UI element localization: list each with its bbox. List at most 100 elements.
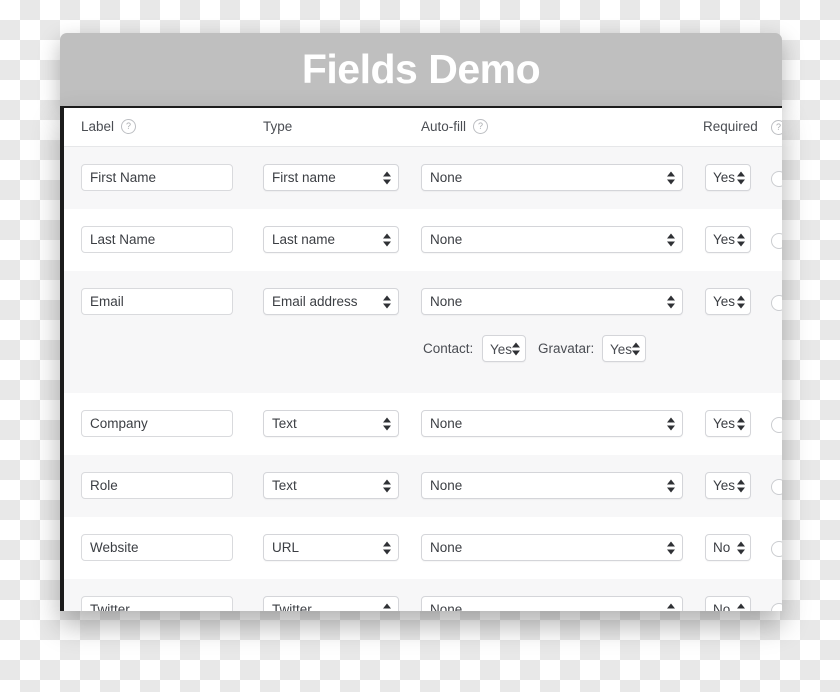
table-row: URL None No xyxy=(64,517,782,579)
field-autofill-select-value: None xyxy=(430,478,463,493)
table-body: First name None Yes Last name None Yes Email a… xyxy=(64,147,782,611)
field-type-select[interactable]: Last name xyxy=(263,226,399,253)
table-row: First name None Yes xyxy=(64,147,782,209)
field-autofill-select[interactable]: None xyxy=(421,226,683,253)
field-autofill-select[interactable]: None xyxy=(421,164,683,191)
field-type-select-value: Text xyxy=(272,478,297,493)
stepper-arrows-icon xyxy=(737,170,745,185)
stepper-arrows-icon xyxy=(667,540,675,555)
field-required-select-value: Yes xyxy=(713,478,736,493)
table-row: Text None Yes xyxy=(64,455,782,517)
field-required-select[interactable]: No xyxy=(705,534,751,561)
contact-option-value: Yes xyxy=(490,342,513,357)
field-type-select-value: Text xyxy=(272,416,297,431)
stepper-arrows-icon xyxy=(667,416,675,431)
column-header-type: Type xyxy=(263,119,293,134)
field-autofill-select-value: None xyxy=(430,602,463,611)
field-required-select-value: Yes xyxy=(713,170,736,185)
help-circle-icon[interactable]: ? xyxy=(473,119,489,134)
field-autofill-select[interactable]: None xyxy=(421,410,683,437)
field-type-select[interactable]: First name xyxy=(263,164,399,191)
stepper-arrows-icon xyxy=(667,294,675,309)
field-required-select-value: No xyxy=(713,602,731,611)
row-action-icon[interactable] xyxy=(771,295,782,311)
row-action-icon[interactable] xyxy=(771,417,782,433)
fields-table: Label? Type Auto-fill? Required ? First … xyxy=(64,108,782,611)
stepper-arrows-icon xyxy=(383,170,391,185)
gravatar-option-select[interactable]: Yes xyxy=(602,335,646,362)
stepper-arrows-icon xyxy=(383,540,391,555)
row-action-icon[interactable] xyxy=(771,479,782,495)
field-label-input[interactable] xyxy=(81,534,233,561)
row-action-icon[interactable] xyxy=(771,233,782,249)
field-label-input[interactable] xyxy=(81,226,233,253)
field-type-select[interactable]: Twitter xyxy=(263,596,399,611)
field-required-select[interactable]: Yes xyxy=(705,472,751,499)
column-header-required: Required xyxy=(703,119,758,134)
field-autofill-select-value: None xyxy=(430,540,463,555)
field-label-input[interactable] xyxy=(81,596,233,611)
field-autofill-select-value: None xyxy=(430,294,463,309)
table-row-main: First name None Yes xyxy=(64,147,782,209)
fields-table-card: Label? Type Auto-fill? Required ? First … xyxy=(60,106,782,611)
row-action-icon[interactable] xyxy=(771,603,782,611)
window-titlebar: Fields Demo xyxy=(60,33,782,106)
gravatar-option-label: Gravatar: xyxy=(538,341,595,356)
field-type-select-value: Twitter xyxy=(272,602,312,611)
contact-option-select[interactable]: Yes xyxy=(482,335,526,362)
field-required-select[interactable]: Yes xyxy=(705,410,751,437)
column-header-label-text: Label xyxy=(81,119,115,134)
field-autofill-select[interactable]: None xyxy=(421,534,683,561)
field-autofill-select-value: None xyxy=(430,416,463,431)
field-required-select-value: Yes xyxy=(713,416,736,431)
field-autofill-select[interactable]: None xyxy=(421,596,683,611)
field-type-select-value: First name xyxy=(272,170,336,185)
table-row-main: URL None No xyxy=(64,517,782,579)
field-label-input[interactable] xyxy=(81,472,233,499)
column-header-autofill-text: Auto-fill xyxy=(421,119,467,134)
stepper-arrows-icon xyxy=(512,341,520,356)
field-type-select[interactable]: Text xyxy=(263,472,399,499)
page-title: Fields Demo xyxy=(301,46,541,92)
row-action-icon[interactable] xyxy=(771,541,782,557)
field-autofill-select[interactable]: None xyxy=(421,472,683,499)
table-row: Twitter None No xyxy=(64,579,782,611)
field-label-input[interactable] xyxy=(81,410,233,437)
field-autofill-select[interactable]: None xyxy=(421,288,683,315)
stepper-arrows-icon xyxy=(667,602,675,611)
field-required-select[interactable]: Yes xyxy=(705,288,751,315)
field-label-input[interactable] xyxy=(81,288,233,315)
field-type-select-value: Last name xyxy=(272,232,336,247)
stepper-arrows-icon xyxy=(737,416,745,431)
field-required-select[interactable]: No xyxy=(705,596,751,611)
table-header-row: Label? Type Auto-fill? Required ? xyxy=(64,108,782,147)
table-row: Email address None Yes Contact: Yes Gravatar:… xyxy=(64,271,782,393)
field-type-select[interactable]: Email address xyxy=(263,288,399,315)
stepper-arrows-icon xyxy=(737,602,745,611)
stepper-arrows-icon xyxy=(383,478,391,493)
stepper-arrows-icon xyxy=(667,232,675,247)
help-circle-icon[interactable]: ? xyxy=(121,119,137,134)
table-row-extra-options: Contact: Yes Gravatar: Yes xyxy=(64,333,782,393)
field-required-select[interactable]: Yes xyxy=(705,164,751,191)
field-required-select-value: No xyxy=(713,540,731,555)
stepper-arrows-icon xyxy=(383,232,391,247)
stepper-arrows-icon xyxy=(667,478,675,493)
field-required-select-value: Yes xyxy=(713,294,736,309)
stepper-arrows-icon xyxy=(632,341,640,356)
field-type-select[interactable]: URL xyxy=(263,534,399,561)
email-suboptions: Contact: Yes Gravatar: Yes xyxy=(64,335,782,362)
table-row: Text None Yes xyxy=(64,393,782,455)
table-row-main: Text None Yes xyxy=(64,455,782,517)
column-header-label: Label? xyxy=(81,108,137,146)
field-required-select[interactable]: Yes xyxy=(705,226,751,253)
field-label-input[interactable] xyxy=(81,164,233,191)
table-row-main: Twitter None No xyxy=(64,579,782,611)
help-circle-icon[interactable]: ? xyxy=(771,120,782,135)
table-row-main: Text None Yes xyxy=(64,393,782,455)
field-type-select-value: Email address xyxy=(272,294,358,309)
row-action-icon[interactable] xyxy=(771,171,782,187)
stepper-arrows-icon xyxy=(737,478,745,493)
field-autofill-select-value: None xyxy=(430,232,463,247)
field-type-select[interactable]: Text xyxy=(263,410,399,437)
